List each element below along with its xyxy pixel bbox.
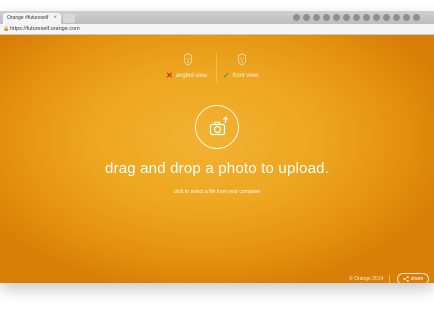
face-outline-icon	[183, 53, 193, 66]
camera-icon	[209, 116, 229, 136]
share-button[interactable]: share	[397, 273, 429, 283]
window-control-dot[interactable]	[323, 14, 330, 21]
upload-page[interactable]: ✕ angled view ✓ front view drag and drop…	[0, 35, 434, 283]
copyright-text: © Orange 2014	[349, 276, 384, 282]
angled-view-status: ✕ angled view	[166, 72, 207, 80]
upload-photo-button[interactable]	[195, 105, 239, 149]
share-label: share	[410, 276, 424, 282]
tab-bar: Orange #futureself ×	[0, 11, 434, 24]
window-control-dot[interactable]	[333, 14, 340, 21]
front-view-status: ✓ front view	[223, 72, 258, 80]
tab-close-icon[interactable]: ×	[53, 13, 57, 24]
window-controls	[293, 14, 420, 21]
window-control-dot[interactable]	[383, 14, 390, 21]
window-control-dot[interactable]	[413, 14, 420, 21]
check-icon: ✓	[223, 71, 230, 80]
window-control-dot[interactable]	[293, 14, 300, 21]
url-text[interactable]: https://futureself.orange.com	[10, 24, 80, 34]
lock-icon: 🔒	[3, 26, 10, 32]
select-file-link[interactable]: click to select a file from your compute…	[0, 189, 434, 195]
window-control-dot[interactable]	[393, 14, 400, 21]
share-icon	[403, 276, 409, 282]
window-control-dot[interactable]	[373, 14, 380, 21]
browser-tab[interactable]: Orange #futureself ×	[3, 13, 61, 24]
window-control-dot[interactable]	[343, 14, 350, 21]
upload-headline: drag and drop a photo to upload.	[104, 160, 330, 177]
window-control-dot[interactable]	[303, 14, 310, 21]
new-tab-button[interactable]	[63, 14, 75, 23]
footer-divider	[389, 275, 390, 283]
front-view-label: front view	[232, 73, 259, 79]
window-control-dot[interactable]	[353, 14, 360, 21]
angled-view-label: angled view	[175, 73, 208, 79]
address-bar[interactable]: 🔒 https://futureself.orange.com	[0, 24, 434, 35]
close-icon: ✕	[166, 71, 173, 80]
tab-title: Orange #futureself	[7, 15, 49, 21]
window-control-dot[interactable]	[313, 14, 320, 21]
window-control-dot[interactable]	[403, 14, 410, 21]
view-divider	[216, 53, 217, 83]
window-control-dot[interactable]	[363, 14, 370, 21]
face-outline-icon	[237, 53, 247, 66]
browser-window: Orange #futureself × 🔒 https://futuresel…	[0, 11, 434, 283]
